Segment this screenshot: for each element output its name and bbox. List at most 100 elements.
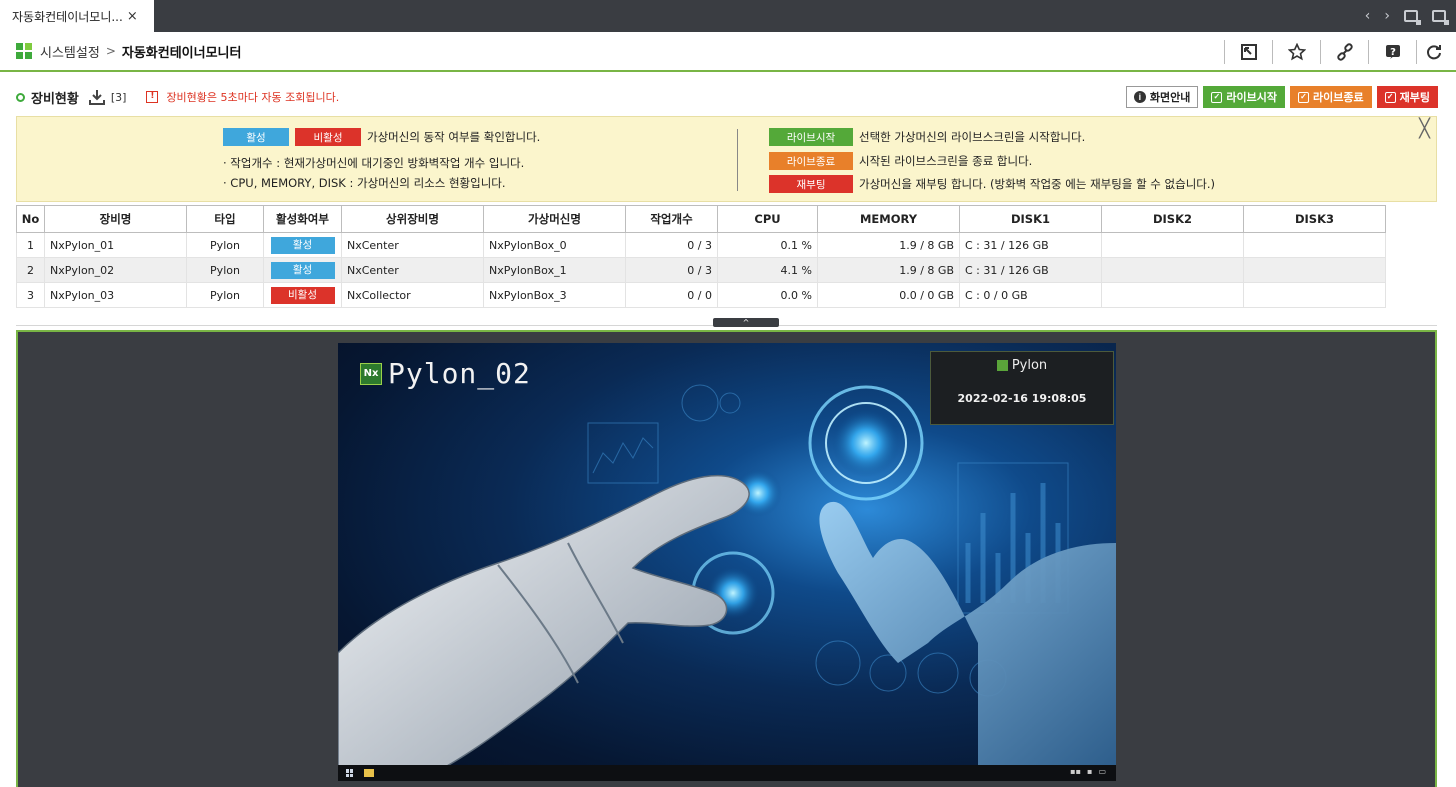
live-start-label: 라이브시작	[1226, 92, 1278, 104]
download-icon[interactable]	[88, 89, 105, 105]
table-header-row: No 장비명 타입 활성화여부 상위장비명 가상머신명 작업개수 CPU MEM…	[16, 205, 1386, 233]
col-device-name[interactable]: 장비명	[44, 205, 187, 233]
guide-live-start-desc: 선택한 가상머신의 라이브스크린을 시작합니다.	[859, 130, 1086, 144]
close-icon[interactable]: ╳	[1419, 120, 1430, 138]
chevron-right-icon[interactable]: ›	[1384, 8, 1390, 24]
vm-live-screen[interactable]: Nx Pylon_02 Pylon 2022-02-16 19:08:05 ▪▪…	[338, 343, 1116, 781]
vm-datetime: 2022-02-16 19:08:05	[957, 392, 1087, 405]
link-icon[interactable]	[1320, 40, 1368, 64]
panel-splitter: ^	[16, 316, 1437, 327]
screen-guide-panel: ╳ 활성 비활성 가상머신의 동작 여부를 확인합니다. · 작업개수 : 현재…	[16, 116, 1437, 202]
checkbox-icon: ✓	[1384, 91, 1396, 103]
cell-disk2	[1101, 282, 1244, 308]
vm-name: Pylon_02	[388, 357, 531, 390]
col-disk2[interactable]: DISK2	[1101, 205, 1244, 233]
col-type[interactable]: 타입	[186, 205, 264, 233]
cell-status: 활성	[263, 257, 342, 283]
page-title: 자동화컨테이너모니터	[121, 45, 242, 61]
col-disk1[interactable]: DISK1	[959, 205, 1102, 233]
guide-divider	[737, 129, 738, 191]
action-buttons: i 화면안내 ✓ 라이브시작 ✓ 라이브종료 ✓ 재부팅	[1125, 86, 1438, 108]
window-multi-icon[interactable]	[1432, 10, 1449, 25]
cell-parent: NxCenter	[341, 257, 484, 283]
reboot-label: 재부팅	[1399, 92, 1430, 104]
screen-guide-button[interactable]: i 화면안내	[1125, 86, 1199, 108]
col-jobs[interactable]: 작업개수	[625, 205, 718, 233]
table-row[interactable]: 3 NxPylon_03 Pylon 비활성 NxCollector NxPyl…	[16, 282, 1386, 308]
live-stop-button[interactable]: ✓ 라이브종료	[1290, 86, 1372, 108]
cell-jobs: 0 / 0	[625, 282, 718, 308]
checkbox-icon: ✓	[1211, 91, 1223, 103]
device-table: No 장비명 타입 활성화여부 상위장비명 가상머신명 작업개수 CPU MEM…	[16, 205, 1386, 308]
table-row[interactable]: 1 NxPylon_01 Pylon 활성 NxCenter NxPylonBo…	[16, 232, 1386, 258]
svg-text:?: ?	[1390, 47, 1396, 58]
col-status[interactable]: 활성화여부	[263, 205, 342, 233]
guide-live-start-line: 라이브시작 선택한 가상머신의 라이브스크린을 시작합니다.	[769, 128, 1085, 146]
live-start-button[interactable]: ✓ 라이브시작	[1203, 86, 1286, 108]
nx-logo: Nx	[360, 362, 382, 385]
collapse-handle[interactable]: ^	[713, 318, 779, 327]
col-disk3[interactable]: DISK3	[1243, 205, 1386, 233]
vm-brand: Pylon	[931, 358, 1113, 373]
chevron-left-icon[interactable]: ‹	[1365, 8, 1371, 24]
header-tools: ?	[1224, 32, 1450, 72]
col-parent[interactable]: 상위장비명	[341, 205, 484, 233]
tab-close-icon[interactable]: ×	[127, 9, 138, 24]
section-title: 장비현황	[31, 91, 79, 107]
guide-reboot-line: 재부팅 가상머신을 재부팅 합니다. (방화벽 작업중 에는 재부팅을 할 수 …	[769, 175, 1215, 193]
col-no[interactable]: No	[16, 205, 45, 233]
status-badge: 비활성	[270, 286, 335, 304]
cell-disk1: C : 31 / 126 GB	[959, 257, 1102, 283]
cell-vm-name: NxPylonBox_0	[483, 232, 626, 258]
cell-jobs: 0 / 3	[625, 257, 718, 283]
fullscreen-exit-icon[interactable]	[1224, 40, 1272, 64]
breadcrumb-separator: >	[105, 44, 116, 58]
system-tray: ▪▪ ▪ ▭	[1070, 767, 1106, 776]
breadcrumb-parent[interactable]: 시스템설정	[40, 42, 100, 61]
cell-cpu: 0.1 %	[717, 232, 818, 258]
windows-start-icon[interactable]	[346, 769, 354, 777]
cell-memory: 1.9 / 8 GB	[817, 257, 960, 283]
live-stop-label: 라이브종료	[1313, 92, 1364, 104]
table-row[interactable]: 2 NxPylon_02 Pylon 활성 NxCenter NxPylonBo…	[16, 257, 1386, 283]
cell-device-name: NxPylon_03	[44, 282, 187, 308]
tab-bar: 자동화컨테이너모니... × ‹ ›	[0, 0, 1456, 32]
refresh-icon[interactable]	[1416, 40, 1450, 64]
cell-no: 1	[16, 232, 45, 258]
folder-icon[interactable]	[364, 769, 374, 777]
device-count: [3]	[110, 90, 127, 104]
cell-no: 3	[16, 282, 45, 308]
cell-disk1: C : 0 / 0 GB	[959, 282, 1102, 308]
guide-resource-line: · CPU, MEMORY, DISK : 가상머신의 리소스 현황입니다.	[223, 175, 506, 191]
menu-grid-icon	[16, 43, 32, 59]
cell-type: Pylon	[186, 257, 264, 283]
col-memory[interactable]: MEMORY	[817, 205, 960, 233]
guide-inactive-badge: 비활성	[295, 128, 361, 146]
tray-notification-icon: ▭	[1098, 767, 1106, 776]
auto-refresh-notice: 장비현황은 5초마다 자동 조회됩니다.	[166, 91, 340, 104]
guide-active-badge: 활성	[223, 128, 289, 146]
window-restore-icon[interactable]	[1404, 10, 1421, 25]
cell-type: Pylon	[186, 282, 264, 308]
screen-guide-label: 화면안내	[1149, 92, 1191, 104]
cell-type: Pylon	[186, 232, 264, 258]
reboot-button[interactable]: ✓ 재부팅	[1376, 86, 1438, 108]
info-icon: i	[1133, 91, 1146, 103]
cell-disk3	[1243, 232, 1386, 258]
cell-cpu: 0.0 %	[717, 282, 818, 308]
star-icon[interactable]	[1272, 40, 1320, 64]
vm-info-box: Pylon 2022-02-16 19:08:05	[930, 351, 1114, 425]
tray-volume-icon: ▪	[1087, 767, 1093, 776]
live-screen-viewer: Nx Pylon_02 Pylon 2022-02-16 19:08:05 ▪▪…	[16, 330, 1437, 787]
help-icon[interactable]: ?	[1368, 40, 1416, 64]
cell-disk2	[1101, 232, 1244, 258]
col-cpu[interactable]: CPU	[717, 205, 818, 233]
cell-parent: NxCenter	[341, 232, 484, 258]
tab-auto-container-monitor[interactable]: 자동화컨테이너모니... ×	[0, 0, 154, 32]
cell-cpu: 4.1 %	[717, 257, 818, 283]
col-vm-name[interactable]: 가상머신명	[483, 205, 626, 233]
notice-icon: !	[146, 91, 159, 103]
status-badge: 활성	[270, 261, 335, 279]
cell-disk3	[1243, 257, 1386, 283]
guide-live-stop-line: 라이브종료 시작된 라이브스크린을 종료 합니다.	[769, 152, 1032, 170]
